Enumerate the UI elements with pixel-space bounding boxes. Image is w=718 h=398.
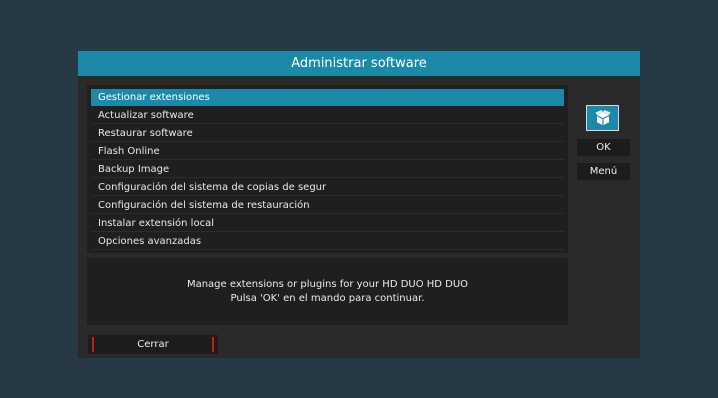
package-icon-button[interactable] <box>586 105 619 131</box>
menu-item-opciones-avanzadas[interactable]: Opciones avanzadas <box>91 233 564 250</box>
close-button[interactable]: Cerrar <box>88 335 218 354</box>
menu-button[interactable]: Menú <box>577 163 630 180</box>
menu-item-actualizar-software[interactable]: Actualizar software <box>91 107 564 124</box>
software-manager-window: Administrar software Gestionar extension… <box>78 51 640 358</box>
window-title: Administrar software <box>78 51 640 76</box>
package-icon <box>595 110 610 125</box>
red-key-marker-right <box>212 337 214 352</box>
red-key-marker-left <box>92 337 94 352</box>
menu-item-instalar-extension-local[interactable]: Instalar extensión local <box>91 215 564 232</box>
menu-item-config-copias[interactable]: Configuración del sistema de copias de s… <box>91 179 564 196</box>
ok-button[interactable]: OK <box>577 139 630 156</box>
menu-item-gestionar-extensiones[interactable]: Gestionar extensiones <box>91 89 564 106</box>
menu-item-backup-image[interactable]: Backup Image <box>91 161 564 178</box>
menu-item-flash-online[interactable]: Flash Online <box>91 143 564 160</box>
close-button-label: Cerrar <box>137 339 169 350</box>
menu-item-config-restauracion[interactable]: Configuración del sistema de restauració… <box>91 197 564 214</box>
menu-item-restaurar-software[interactable]: Restaurar software <box>91 125 564 142</box>
description-line-2: Pulsa 'OK' en el mando para continuar. <box>230 292 425 304</box>
menu-list: Gestionar extensiones Actualizar softwar… <box>87 85 568 253</box>
description-panel: Manage extensions or plugins for your HD… <box>87 258 568 325</box>
description-line-1: Manage extensions or plugins for your HD… <box>186 278 469 290</box>
